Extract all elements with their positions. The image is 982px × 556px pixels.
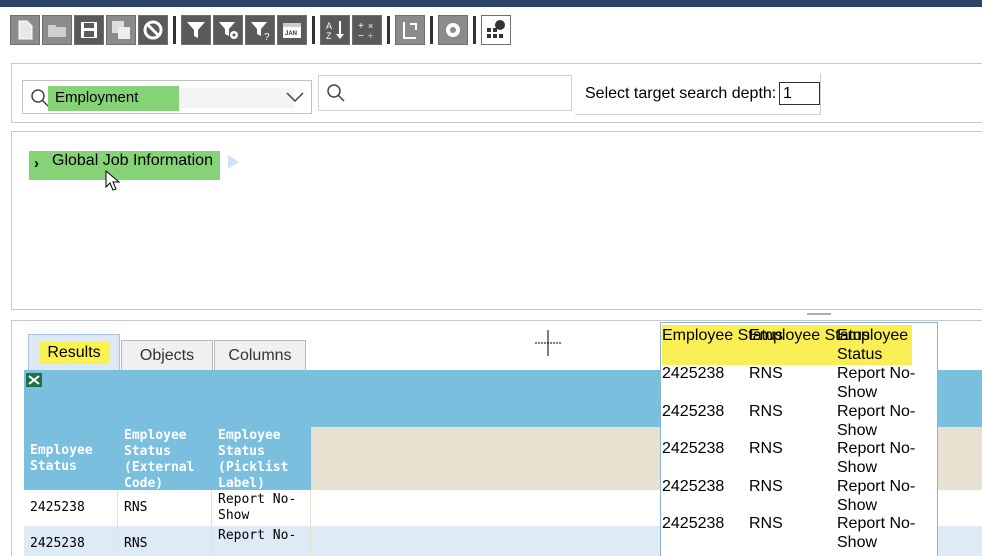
tooltip-cell: 2425238 xyxy=(662,515,725,532)
table-cell: Report No-Show xyxy=(212,490,311,526)
column-preview-tooltip: Employee Status Employee Status Employee… xyxy=(660,322,938,556)
tooltip-cell: RNS xyxy=(749,403,783,420)
search-input[interactable] xyxy=(318,75,572,111)
column-header-label: Employee Status xyxy=(30,442,93,474)
tooltip-cell: Report No-Show xyxy=(837,365,916,401)
filter-help-icon[interactable]: ? xyxy=(245,15,275,45)
column-header-label: Employee Status (Picklist Label) xyxy=(218,428,289,491)
filter-icon[interactable] xyxy=(181,15,211,45)
expand-arrow-icon[interactable]: › xyxy=(34,155,39,172)
svg-text:×: × xyxy=(368,21,373,31)
new-document-icon[interactable] xyxy=(10,15,40,45)
toolbar-separator xyxy=(430,16,433,44)
window-top-bar xyxy=(0,0,982,7)
filter-settings-icon[interactable] xyxy=(213,15,243,45)
svg-text:?: ? xyxy=(264,32,270,42)
tooltip-cell: Report No-Show xyxy=(837,515,916,551)
table-cell: 2425238 xyxy=(24,490,118,526)
toolbar-separator xyxy=(173,16,176,44)
tooltip-cell: RNS xyxy=(749,365,783,382)
cancel-icon[interactable] xyxy=(138,15,168,45)
sort-az-icon[interactable]: AZ xyxy=(320,15,350,45)
column-header-label: Employee Status (External Code) xyxy=(124,428,195,491)
table-cell: 2425238 xyxy=(24,526,118,556)
calculate-icon[interactable]: + × − ÷ xyxy=(352,15,382,45)
tooltip-row: 2425238 RNS Report No-Show xyxy=(661,364,937,402)
tab-results[interactable]: Results xyxy=(28,334,120,370)
table-cell: RNS xyxy=(118,526,212,556)
expand-triangle-icon[interactable] xyxy=(228,155,239,169)
settings-icon[interactable] xyxy=(438,15,468,45)
entity-value: Employment xyxy=(48,86,179,111)
depth-label: Select target search depth: xyxy=(585,85,777,102)
column-header-external-code[interactable]: Employee Status (External Code) xyxy=(118,427,212,491)
tooltip-cell: Report No-Show xyxy=(837,403,916,439)
entity-combobox[interactable]: Employment xyxy=(22,80,312,114)
mouse-cursor-icon xyxy=(105,170,121,191)
tree-node-label: Global Job Information xyxy=(52,152,213,169)
svg-text:A: A xyxy=(326,21,332,31)
table-cell: Report No- xyxy=(212,526,311,556)
tooltip-row: 2425238 RNS Report No-Show xyxy=(661,477,937,515)
tooltip-cell: RNS xyxy=(749,440,783,457)
toolbar-separator xyxy=(473,16,476,44)
tooltip-cell: Report No-Show xyxy=(837,478,916,514)
tab-results-label: Results xyxy=(39,341,109,364)
date-icon-text: JAN xyxy=(285,31,297,37)
tooltip-cell: RNS xyxy=(749,515,783,532)
refresh-icon[interactable] xyxy=(395,15,425,45)
column-header-picklist-label[interactable]: Employee Status (Picklist Label) xyxy=(212,427,311,491)
tooltip-cell: RNS xyxy=(749,478,783,495)
tab-columns[interactable]: Columns xyxy=(214,340,306,370)
entity-suggestion-area xyxy=(179,88,295,108)
tooltip-row: 2425238 RNS Report No-Show xyxy=(661,439,937,477)
search-icon xyxy=(31,89,49,107)
tooltip-cell: 2425238 xyxy=(662,365,725,382)
tab-objects[interactable]: Objects xyxy=(121,340,213,370)
toolbar-separator xyxy=(312,16,315,44)
search-icon xyxy=(327,84,345,102)
svg-text:÷: ÷ xyxy=(368,31,373,41)
open-folder-icon[interactable] xyxy=(42,15,72,45)
save-all-icon[interactable] xyxy=(106,15,136,45)
tooltip-row: 2425238 RNS Report No-Show xyxy=(661,402,937,440)
tooltip-row: 2425238 RNS Report No-Show xyxy=(661,514,937,552)
toolbar: ? JAN AZ + × − ÷ xyxy=(10,13,513,47)
toolbar-separator xyxy=(387,16,390,44)
svg-text:Z: Z xyxy=(326,31,332,41)
tooltip-cell: 2425238 xyxy=(662,403,725,420)
excel-export-icon[interactable] xyxy=(26,373,42,387)
tooltip-header-cell: Employee Status xyxy=(837,327,909,363)
save-icon[interactable] xyxy=(74,15,104,45)
crosshair-cursor-icon xyxy=(535,330,561,356)
chevron-down-icon[interactable] xyxy=(285,90,305,104)
tree-node-global-job-information[interactable]: › Global Job Information xyxy=(29,151,220,180)
column-header-employee-status[interactable]: Employee Status xyxy=(24,427,118,490)
tooltip-cell: 2425238 xyxy=(662,478,725,495)
panel-splitter[interactable] xyxy=(807,313,831,315)
svg-text:−: − xyxy=(358,31,364,42)
tooltip-cell: 2425238 xyxy=(662,440,725,457)
tooltip-cell: Report No-Show xyxy=(837,440,916,476)
depth-input[interactable] xyxy=(779,82,820,105)
schedule-icon[interactable] xyxy=(481,15,511,45)
date-filter-icon[interactable]: JAN xyxy=(277,15,307,45)
table-cell: RNS xyxy=(118,490,212,526)
